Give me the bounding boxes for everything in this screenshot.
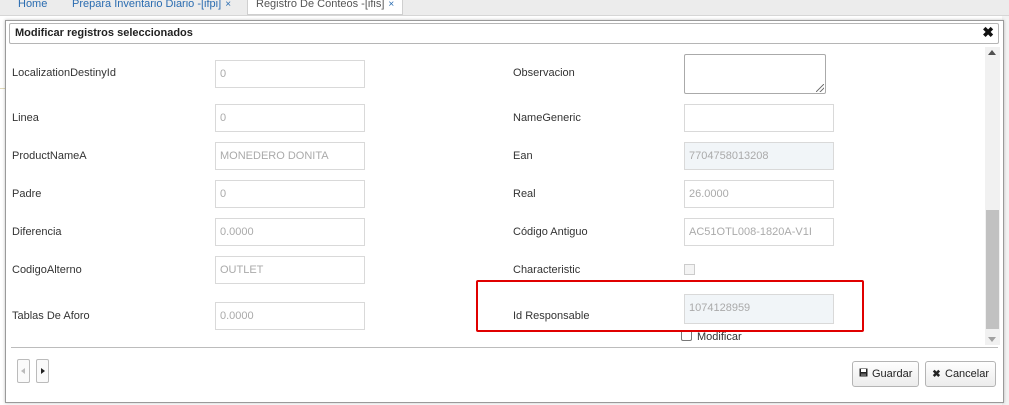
- highlight-box: [476, 280, 864, 332]
- field-label: Ean: [513, 150, 533, 162]
- cancelar-button[interactable]: ✖ Cancelar: [925, 361, 997, 387]
- close-tab-icon[interactable]: ×: [388, 0, 394, 10]
- scrollbar-thumb[interactable]: [986, 210, 999, 329]
- vertical-scrollbar[interactable]: [985, 47, 1000, 345]
- resize-grip-icon[interactable]: [816, 84, 824, 92]
- next-button[interactable]: [36, 359, 49, 383]
- chevron-left-icon: [21, 368, 25, 374]
- dialog-title: Modificar registros seleccionados: [15, 27, 193, 39]
- field-label: CodigoAlterno: [12, 264, 82, 276]
- modificar-label: Modificar: [697, 331, 742, 343]
- close-icon[interactable]: ✖: [982, 24, 994, 41]
- dialog-titlebar: Modificar registros seleccionados ✖: [9, 23, 999, 44]
- field-label: ProductNameA: [12, 150, 87, 162]
- diferencia-input[interactable]: 0.0000: [215, 218, 365, 246]
- cancelar-label: Cancelar: [945, 368, 990, 380]
- tablas-de-aforo-input[interactable]: 0.0000: [215, 302, 365, 330]
- tab-strip: Home Prepara Inventario Diario -[ifpi] × …: [0, 0, 1009, 16]
- previous-button[interactable]: [17, 359, 30, 383]
- tab-registro-conteos[interactable]: Registro De Conteos -[ifis] ×: [247, 0, 404, 15]
- codigo-alterno-input[interactable]: OUTLET: [215, 256, 365, 284]
- guardar-label: Guardar: [872, 368, 913, 380]
- linea-input[interactable]: 0: [215, 104, 365, 132]
- x-icon: ✖: [932, 369, 941, 380]
- characteristic-checkbox[interactable]: [684, 264, 695, 275]
- name-generic-input[interactable]: [684, 104, 834, 132]
- save-icon: [858, 363, 869, 387]
- observacion-textarea[interactable]: [684, 54, 826, 94]
- field-label: LocalizationDestinyId: [12, 67, 116, 79]
- padre-input[interactable]: 0: [215, 180, 365, 208]
- field-label: Código Antiguo: [513, 226, 588, 238]
- product-name-input[interactable]: MONEDERO DONITA: [215, 142, 365, 170]
- guardar-button[interactable]: Guardar: [852, 361, 920, 387]
- chevron-right-icon: [41, 368, 45, 374]
- field-label: Characteristic: [513, 264, 581, 276]
- edit-dialog: Modificar registros seleccionados ✖ Loca…: [5, 20, 1004, 403]
- form-content: LocalizationDestinyId 0 Linea 0 ProductN…: [7, 45, 985, 347]
- scroll-up-icon[interactable]: [988, 50, 996, 55]
- codigo-antiguo-input[interactable]: AC51OTL008-1820A-V1I: [684, 218, 834, 246]
- close-tab-icon[interactable]: ×: [225, 0, 231, 10]
- field-label: Diferencia: [12, 226, 62, 238]
- real-input[interactable]: 26.0000: [684, 180, 834, 208]
- field-label: Real: [513, 188, 536, 200]
- tab-home[interactable]: Home: [10, 0, 55, 14]
- tab-home-label: Home: [18, 0, 48, 10]
- field-label: Linea: [12, 112, 39, 124]
- field-label: Padre: [12, 188, 42, 200]
- localization-destiny-id-input[interactable]: 0: [215, 60, 365, 88]
- tab-label: Prepara Inventario Diario -[ifpi]: [72, 0, 222, 10]
- tab-label: Registro De Conteos -[ifis]: [256, 0, 385, 10]
- tab-prepara-inventario[interactable]: Prepara Inventario Diario -[ifpi] ×: [64, 0, 239, 14]
- ean-input: 7704758013208: [684, 142, 834, 170]
- field-label: Observacion: [513, 67, 575, 79]
- field-label: NameGeneric: [513, 112, 581, 124]
- footer-divider: [11, 347, 998, 348]
- field-label: Tablas De Aforo: [12, 310, 90, 322]
- scroll-down-icon[interactable]: [988, 337, 996, 342]
